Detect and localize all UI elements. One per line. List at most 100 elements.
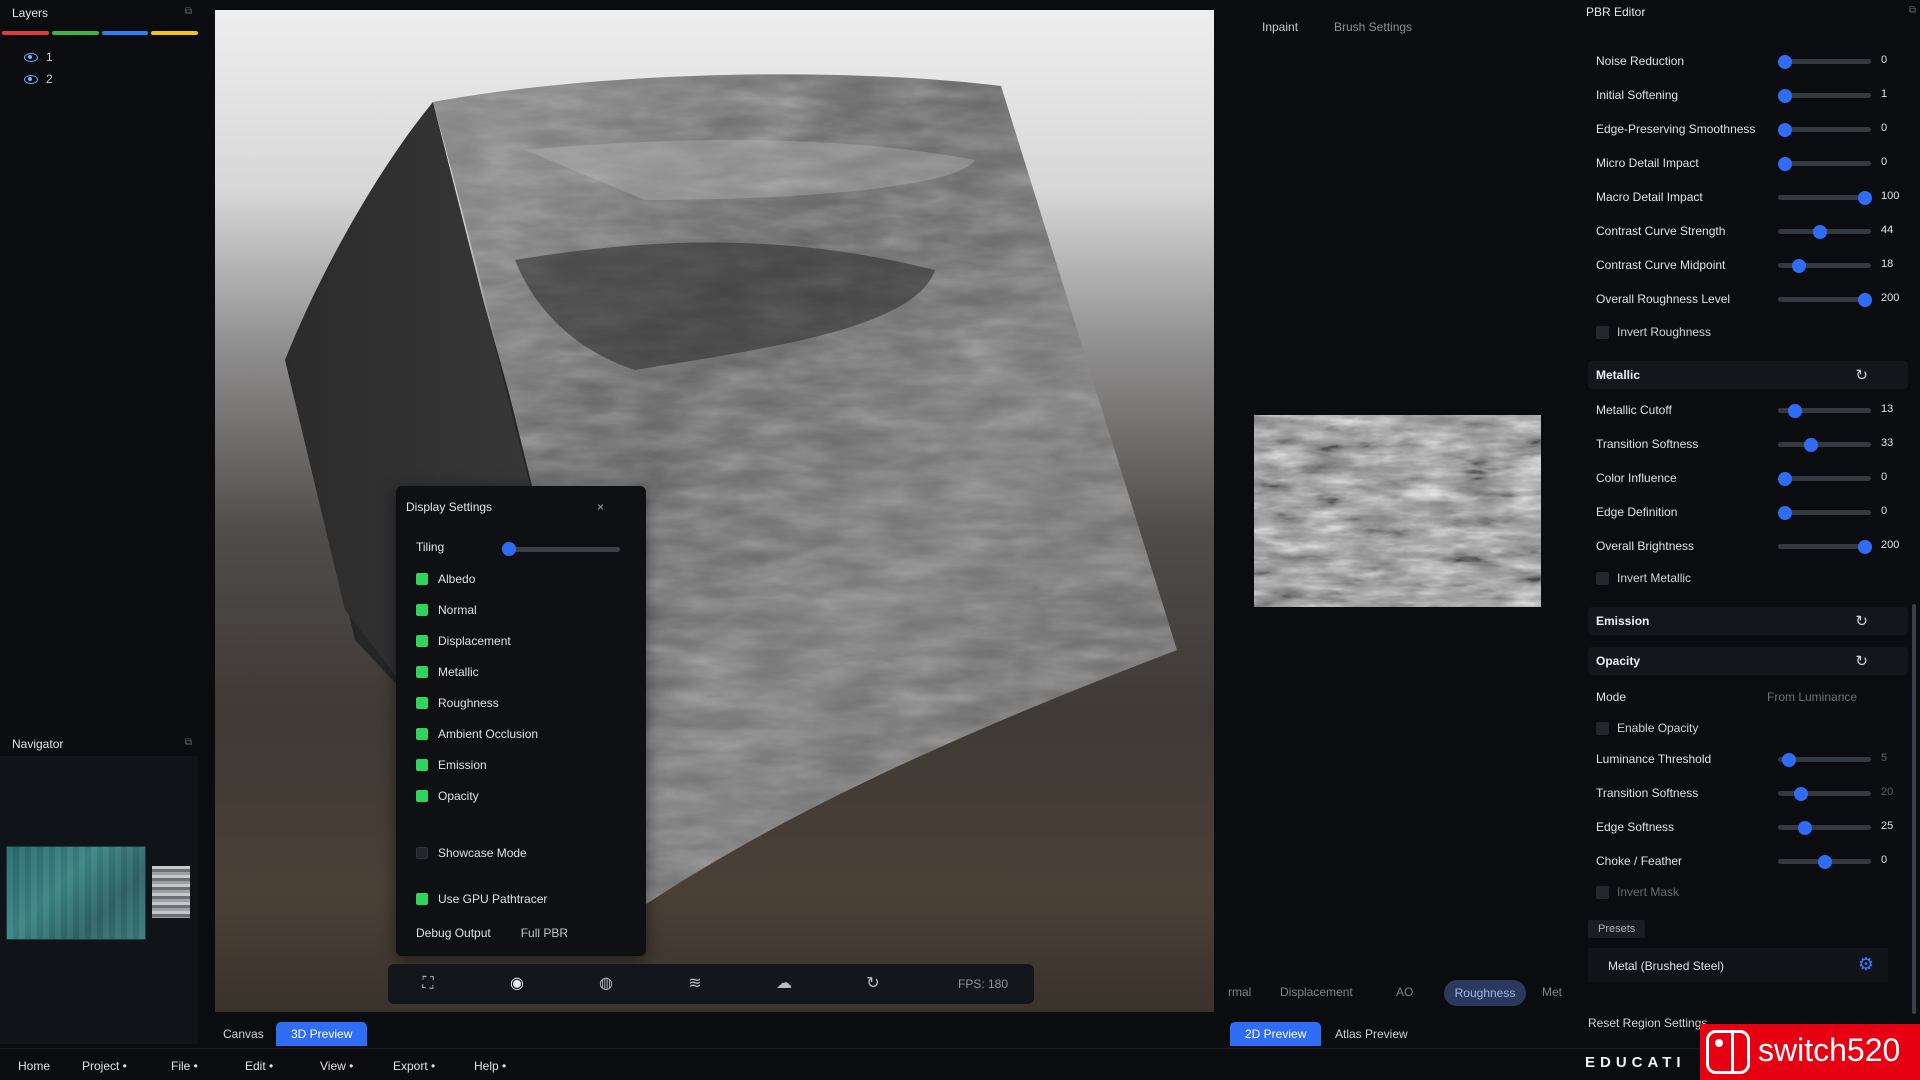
slider-knob[interactable]: [1818, 855, 1832, 869]
menu-item[interactable]: Project •: [82, 1059, 127, 1073]
slider-knob[interactable]: [1778, 506, 1792, 520]
checkbox-icon[interactable]: [416, 666, 428, 678]
gpu-pathtracer-toggle[interactable]: Use GPU Pathtracer: [416, 892, 547, 906]
enable-opacity-toggle[interactable]: Enable Opacity: [1596, 721, 1698, 735]
debug-output-value[interactable]: Full PBR: [521, 926, 568, 940]
display-toggle-roughness[interactable]: Roughness: [416, 696, 499, 710]
navigator-thumbnail[interactable]: [6, 846, 146, 940]
slider-knob[interactable]: [1794, 787, 1808, 801]
checkbox-icon[interactable]: [1596, 885, 1609, 899]
showcase-mode-toggle[interactable]: Showcase Mode: [416, 846, 527, 860]
checkbox-icon[interactable]: [416, 759, 428, 771]
screenshot-icon[interactable]: ⛶: [418, 974, 438, 994]
checkbox-icon[interactable]: [1596, 325, 1609, 339]
tab-2d-preview[interactable]: 2D Preview: [1230, 1022, 1322, 1046]
menu-item[interactable]: Home: [18, 1059, 50, 1073]
gear-icon[interactable]: ⚙: [1858, 954, 1874, 975]
menu-item[interactable]: View •: [320, 1059, 353, 1073]
tab-inpaint[interactable]: Inpaint: [1262, 20, 1298, 34]
slider-track[interactable]: [1778, 442, 1871, 447]
slider-track[interactable]: [1778, 791, 1871, 796]
tab-canvas[interactable]: Canvas: [208, 1022, 279, 1046]
reset-icon[interactable]: ↻: [1855, 612, 1868, 630]
display-toggle-opacity[interactable]: Opacity: [416, 789, 479, 803]
menu-item[interactable]: Edit •: [245, 1059, 273, 1073]
checkbox-icon[interactable]: [1596, 721, 1609, 735]
slider-knob[interactable]: [1778, 55, 1792, 69]
preset-selector[interactable]: Metal (Brushed Steel) ⚙: [1588, 948, 1888, 982]
map-tab-roughness[interactable]: Roughness: [1444, 980, 1526, 1006]
checkbox-icon[interactable]: [416, 573, 428, 585]
eye-icon[interactable]: ◉: [507, 974, 527, 994]
slider-knob[interactable]: [1778, 123, 1792, 137]
roughness-map-preview[interactable]: [1254, 415, 1541, 607]
slider-knob[interactable]: [1858, 191, 1872, 205]
eye-icon[interactable]: [24, 74, 38, 84]
slider-track[interactable]: [1778, 825, 1871, 830]
display-toggle-metallic[interactable]: Metallic: [416, 665, 479, 679]
layer-item[interactable]: 2: [24, 72, 53, 86]
eye-icon[interactable]: [24, 52, 38, 62]
display-toggle-displacement[interactable]: Displacement: [416, 634, 511, 648]
checkbox-icon[interactable]: [416, 893, 428, 905]
pbr-scrollbar[interactable]: [1912, 604, 1916, 1014]
checkbox-icon[interactable]: [416, 728, 428, 740]
invert-roughness-toggle[interactable]: Invert Roughness: [1596, 325, 1711, 339]
slider-knob[interactable]: [1798, 821, 1812, 835]
slider-knob[interactable]: [1792, 259, 1807, 273]
pin-icon[interactable]: ⧉: [185, 6, 192, 17]
layers-icon[interactable]: ≋: [685, 974, 705, 994]
tab-atlas-preview[interactable]: Atlas Preview: [1320, 1022, 1423, 1046]
close-icon[interactable]: ×: [597, 500, 604, 514]
display-toggle-normal[interactable]: Normal: [416, 603, 477, 617]
display-toggle-ambient-occlusion[interactable]: Ambient Occlusion: [416, 727, 538, 741]
menu-item[interactable]: Help •: [474, 1059, 506, 1073]
slider-knob[interactable]: [1782, 753, 1796, 767]
map-tab-displacement[interactable]: Displacement: [1280, 985, 1353, 999]
slider-knob[interactable]: [1813, 225, 1828, 239]
metallic-section-header[interactable]: Metallic ↻: [1588, 361, 1908, 389]
map-tab-normal[interactable]: rmal: [1228, 985, 1251, 999]
reset-icon[interactable]: ↻: [1855, 366, 1868, 384]
emission-section-header[interactable]: Emission ↻: [1588, 607, 1908, 635]
menu-item[interactable]: File •: [171, 1059, 198, 1073]
checkbox-icon[interactable]: [416, 604, 428, 616]
checkbox-icon[interactable]: [416, 790, 428, 802]
map-tab-metallic[interactable]: Met: [1542, 985, 1562, 999]
reset-region-settings-button[interactable]: Reset Region Settings: [1588, 1016, 1707, 1030]
slider-knob[interactable]: [1778, 157, 1792, 171]
tab-3d-preview[interactable]: 3D Preview: [276, 1022, 368, 1046]
invert-mask-toggle[interactable]: Invert Mask: [1596, 885, 1679, 899]
menu-item[interactable]: Export •: [393, 1059, 435, 1073]
reset-icon[interactable]: ↻: [1855, 652, 1868, 670]
presets-tab[interactable]: Presets: [1588, 920, 1646, 938]
checkbox-icon[interactable]: [416, 847, 428, 859]
cloud-sun-icon[interactable]: ☁: [774, 974, 794, 994]
slider-knob[interactable]: [1804, 438, 1819, 452]
pin-icon[interactable]: ⧉: [1909, 5, 1916, 16]
layer-item[interactable]: 1: [24, 50, 53, 64]
slider-value: 0: [1881, 54, 1888, 66]
pin-icon[interactable]: ⧉: [185, 737, 192, 748]
map-tab-ao[interactable]: AO: [1396, 985, 1413, 999]
slider-knob[interactable]: [1778, 472, 1792, 486]
checkbox-icon[interactable]: [1596, 571, 1609, 585]
tiling-slider-knob[interactable]: [502, 542, 516, 556]
display-toggle-albedo[interactable]: Albedo: [416, 572, 475, 586]
slider-knob[interactable]: [1858, 293, 1872, 307]
rotate-icon[interactable]: ↻: [863, 974, 883, 994]
debug-output-row[interactable]: Debug Output Full PBR: [416, 926, 568, 940]
slider-knob[interactable]: [1858, 540, 1872, 554]
checkbox-icon[interactable]: [416, 697, 428, 709]
globe-icon[interactable]: ◍: [596, 974, 616, 994]
slider-knob[interactable]: [1788, 404, 1803, 418]
tab-brush-settings[interactable]: Brush Settings: [1334, 20, 1412, 34]
display-toggle-emission[interactable]: Emission: [416, 758, 487, 772]
invert-metallic-toggle[interactable]: Invert Metallic: [1596, 571, 1691, 585]
tiling-slider[interactable]: [506, 547, 620, 552]
3d-viewport[interactable]: Display Settings × Tiling Albedo Normal Di…: [215, 10, 1214, 1012]
opacity-section-header[interactable]: Opacity ↻: [1588, 647, 1908, 675]
slider-knob[interactable]: [1778, 89, 1792, 103]
checkbox-icon[interactable]: [416, 635, 428, 647]
opacity-mode-dropdown[interactable]: From Luminance: [1767, 690, 1857, 704]
